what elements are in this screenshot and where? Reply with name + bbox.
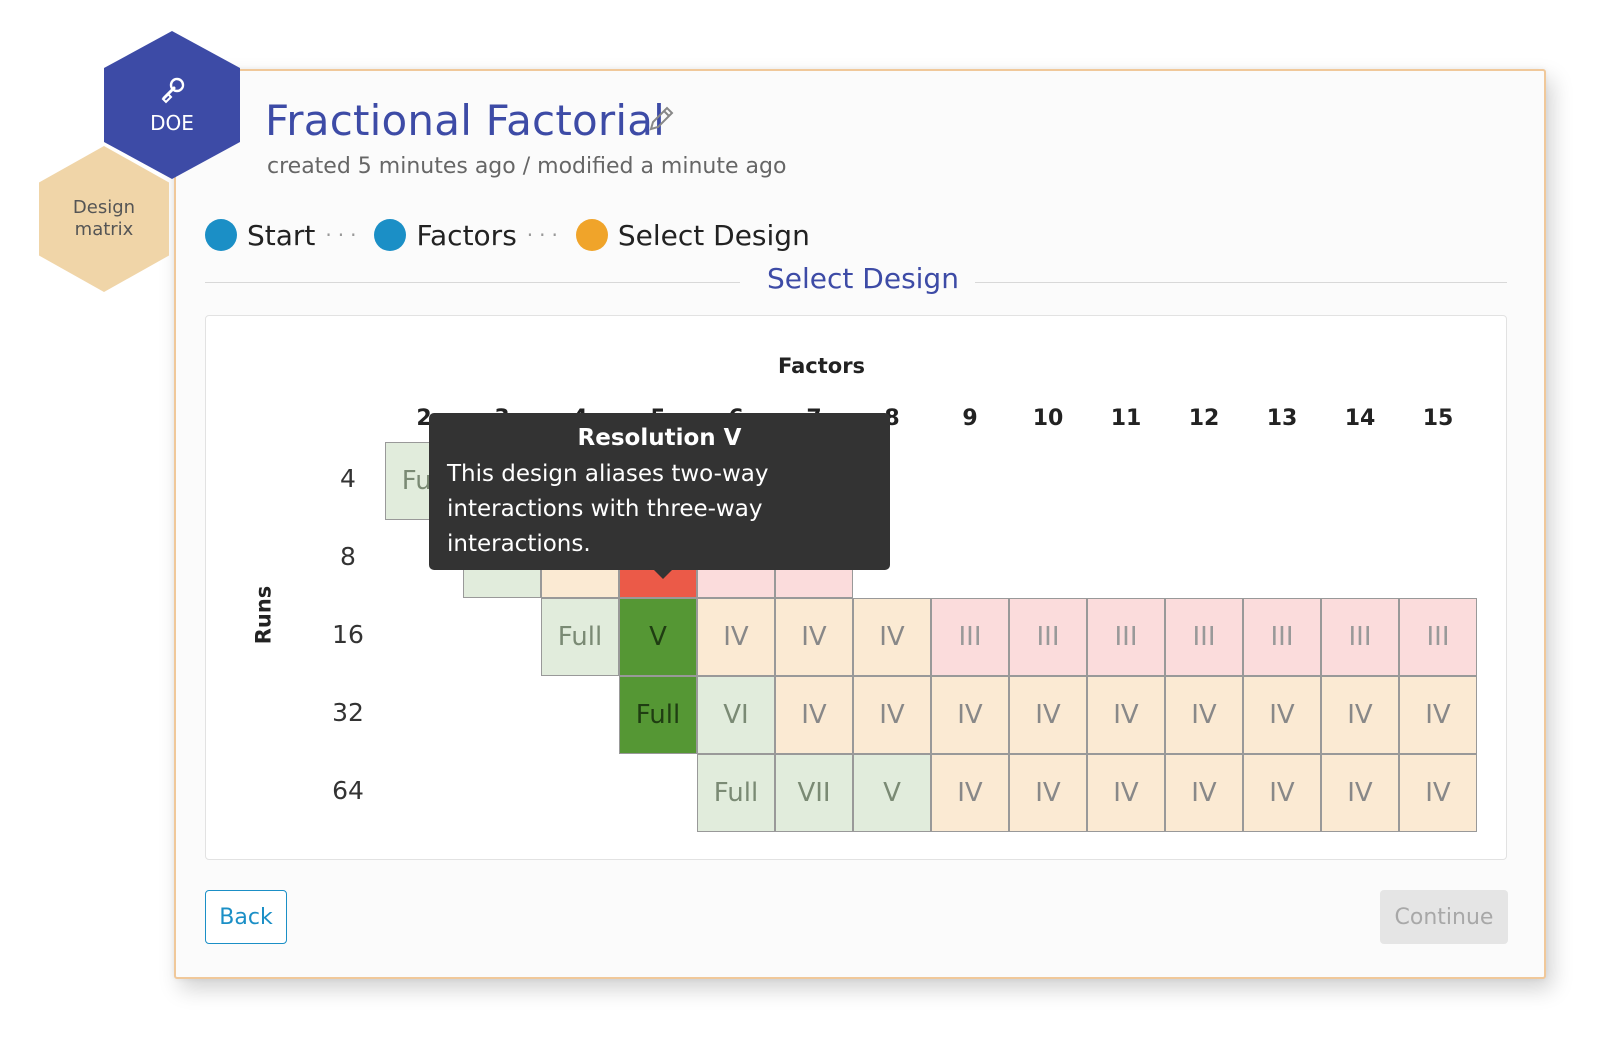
design-cell-64runs-9factors[interactable]: IV — [931, 754, 1009, 832]
design-cell-16runs-13factors[interactable]: III — [1243, 598, 1321, 676]
design-cell-64runs-10factors[interactable]: IV — [1009, 754, 1087, 832]
tooltip-line: interactions. — [447, 531, 591, 557]
continue-button[interactable]: Continue — [1380, 890, 1508, 944]
step-select-design[interactable]: Select Design — [618, 219, 810, 252]
runs-axis-title: Runs — [251, 585, 276, 645]
design-matrix-badge[interactable]: Design matrix — [39, 146, 169, 292]
design-cell-16runs-7factors[interactable]: IV — [775, 598, 853, 676]
design-cell-32runs-5factors[interactable]: Full — [619, 676, 697, 754]
factor-header-15: 15 — [1422, 406, 1454, 431]
design-cell-64runs-7factors[interactable]: VII — [775, 754, 853, 832]
run-header-4: 4 — [340, 464, 356, 493]
design-cell-32runs-11factors[interactable]: IV — [1087, 676, 1165, 754]
section-divider-right — [975, 282, 1507, 283]
tooltip-line: interactions with three-way — [447, 496, 763, 522]
tooltip-body: This design aliases two-way interactions… — [447, 457, 872, 562]
run-header-16: 16 — [332, 620, 364, 649]
step-factors[interactable]: Factors — [416, 219, 516, 252]
factor-header-13: 13 — [1266, 406, 1298, 431]
step-factors-dot — [374, 219, 407, 251]
wizard-steps: Start ··· Factors ··· Select Design — [205, 215, 810, 255]
factor-header-9: 9 — [962, 406, 978, 431]
design-cell-16runs-9factors[interactable]: III — [931, 598, 1009, 676]
design-matrix-label-line2: matrix — [74, 219, 134, 240]
design-cell-16runs-14factors[interactable]: III — [1321, 598, 1399, 676]
design-cell-32runs-8factors[interactable]: IV — [853, 676, 931, 754]
step-separator: ··· — [526, 223, 564, 247]
factor-header-12: 12 — [1188, 406, 1220, 431]
design-cell-16runs-5factors[interactable]: V — [619, 598, 697, 676]
design-matrix-label-line1: Design — [72, 197, 136, 218]
run-header-8: 8 — [340, 542, 356, 571]
design-cell-64runs-6factors[interactable]: Full — [697, 754, 775, 832]
design-cell-32runs-14factors[interactable]: IV — [1321, 676, 1399, 754]
doe-label: DOE — [150, 111, 194, 135]
design-cell-16runs-10factors[interactable]: III — [1009, 598, 1087, 676]
run-header-32: 32 — [332, 698, 364, 727]
design-cell-64runs-13factors[interactable]: IV — [1243, 754, 1321, 832]
factor-header-11: 11 — [1110, 406, 1142, 431]
design-cell-32runs-9factors[interactable]: IV — [931, 676, 1009, 754]
design-cell-32runs-15factors[interactable]: IV — [1399, 676, 1477, 754]
design-cell-64runs-12factors[interactable]: IV — [1165, 754, 1243, 832]
section-divider-left — [205, 282, 740, 283]
factor-header-14: 14 — [1344, 406, 1376, 431]
tooltip-line: This design aliases two-way — [447, 461, 769, 487]
tooltip-title: Resolution V — [577, 425, 742, 451]
design-cell-32runs-12factors[interactable]: IV — [1165, 676, 1243, 754]
design-cell-32runs-10factors[interactable]: IV — [1009, 676, 1087, 754]
section-title: Select Design — [767, 262, 959, 295]
factors-axis-title: Factors — [778, 354, 866, 378]
tooltip-arrow — [653, 569, 673, 579]
design-cell-64runs-11factors[interactable]: IV — [1087, 754, 1165, 832]
design-cell-64runs-8factors[interactable]: V — [853, 754, 931, 832]
design-cell-32runs-13factors[interactable]: IV — [1243, 676, 1321, 754]
step-start-dot — [205, 219, 237, 251]
wrench-icon — [161, 77, 185, 104]
timestamps: created 5 minutes ago / modified a minut… — [267, 154, 787, 179]
design-cell-16runs-15factors[interactable]: III — [1399, 598, 1477, 676]
step-select-design-dot — [575, 219, 608, 251]
step-separator: ··· — [325, 223, 363, 247]
step-start[interactable]: Start — [247, 219, 315, 252]
back-button[interactable]: Back — [205, 890, 287, 944]
run-header-64: 64 — [332, 776, 364, 805]
page-title: Fractional Factorial — [265, 96, 666, 145]
resolution-tooltip: Resolution V This design aliases two-way… — [429, 413, 890, 570]
pencil-icon[interactable] — [645, 103, 677, 135]
design-cell-16runs-4factors[interactable]: Full — [541, 598, 619, 676]
design-cell-64runs-14factors[interactable]: IV — [1321, 754, 1399, 832]
design-cell-32runs-7factors[interactable]: IV — [775, 676, 853, 754]
design-cell-16runs-6factors[interactable]: IV — [697, 598, 775, 676]
design-cell-32runs-6factors[interactable]: VI — [697, 676, 775, 754]
design-cell-16runs-11factors[interactable]: III — [1087, 598, 1165, 676]
factor-header-10: 10 — [1032, 406, 1064, 431]
design-cell-16runs-12factors[interactable]: III — [1165, 598, 1243, 676]
design-cell-64runs-15factors[interactable]: IV — [1399, 754, 1477, 832]
design-cell-16runs-8factors[interactable]: IV — [853, 598, 931, 676]
